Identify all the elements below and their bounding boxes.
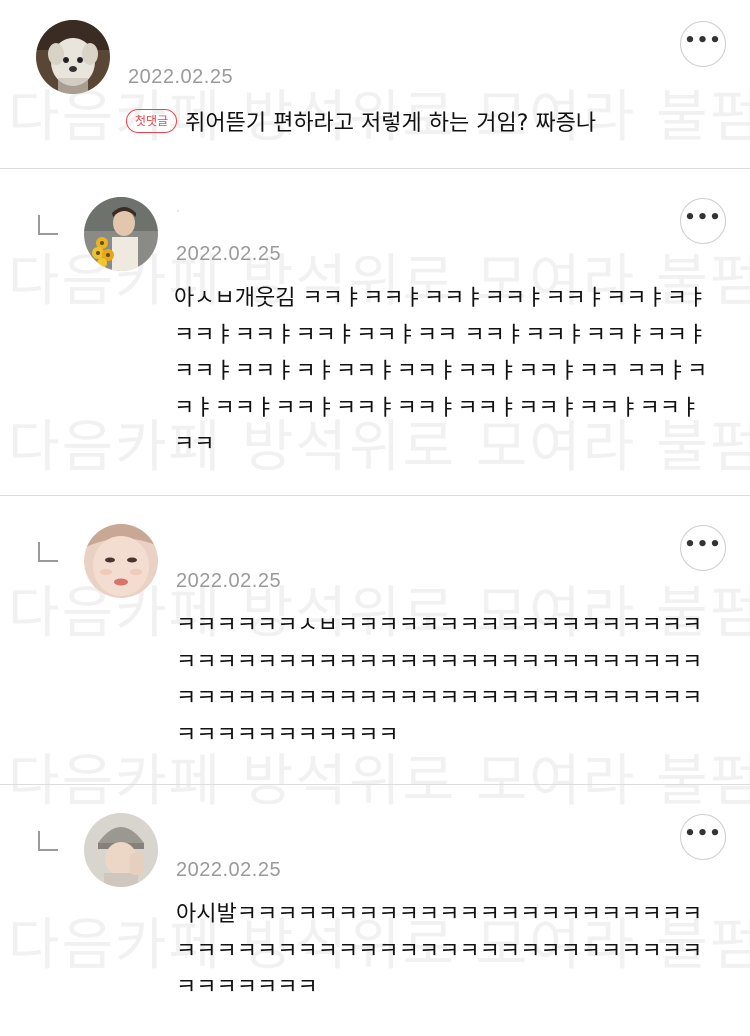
comment-item: 2022.02.25 첫댓글 쥐어뜯기 편하라고 저렇게 하는 거임? 짜증나 •… <box>0 0 750 168</box>
comment-date: 2022.02.25 <box>176 570 282 592</box>
comment-text-content: 쥐어뜯기 편하라고 저렇게 하는 거임? 짜증나 <box>185 111 597 136</box>
comment-item: 2022.02.25 아시발ㅋㅋㅋㅋㅋㅋㅋㅋㅋㅋㅋㅋㅋㅋㅋㅋㅋㅋㅋㅋㅋㅋㅋㅋㅋㅋ… <box>0 785 750 1036</box>
more-options-button[interactable]: ••• <box>680 21 726 67</box>
more-icon: ••• <box>684 823 722 844</box>
username[interactable]: · <box>176 203 180 217</box>
reply-arrow-icon <box>38 215 58 235</box>
comment-text: 첫댓글 쥐어뜯기 편하라고 저렇게 하는 거임? 짜증나 <box>126 106 686 143</box>
avatar[interactable] <box>84 524 158 598</box>
more-options-button[interactable]: ••• <box>680 525 726 571</box>
more-options-button[interactable]: ••• <box>680 198 726 244</box>
more-icon: ••• <box>684 534 722 555</box>
comment-text: 아시발ㅋㅋㅋㅋㅋㅋㅋㅋㅋㅋㅋㅋㅋㅋㅋㅋㅋㅋㅋㅋㅋㅋㅋㅋㅋㅋㅋㅋㅋㅋㅋㅋㅋㅋㅋㅋㅋ… <box>176 902 703 1000</box>
comment-item: 2022.02.25 ㅋㅋㅋㅋㅋㅋㅅㅂㅋㅋㅋㅋㅋㅋㅋㅋㅋㅋㅋㅋㅋㅋㅋㅋㅋㅋㅋㅋㅋ… <box>0 496 750 784</box>
comment-text: ㅋㅋㅋㅋㅋㅋㅅㅂㅋㅋㅋㅋㅋㅋㅋㅋㅋㅋㅋㅋㅋㅋㅋㅋㅋㅋㅋㅋㅋㅋㅋㅋㅋㅋㅋㅋㅋㅋㅋㅋ… <box>176 613 703 748</box>
first-comment-badge: 첫댓글 <box>126 109 178 133</box>
more-icon: ••• <box>684 30 722 51</box>
avatar[interactable] <box>36 20 110 94</box>
comment-text: 아ㅅㅂ개웃김 ㅋㅋㅑㅋㅋㅑㅋㅋㅑㅋㅋㅑㅋㅋㅑㅋㅋㅑㅋㅑㅋㅋㅑㅋㅋㅑㅋㅋㅑㅋㅋㅑㅋ… <box>174 286 708 457</box>
reply-arrow-icon <box>38 542 58 562</box>
comment-item: · 2022.02.25 아ㅅㅂ개웃김 ㅋㅋㅑㅋㅋㅑㅋㅋㅑㅋㅋㅑㅋㅋㅑㅋㅋㅑㅋㅑ… <box>0 169 750 495</box>
reply-arrow-icon <box>38 831 58 851</box>
comment-date: 2022.02.25 <box>128 66 234 88</box>
comment-date: 2022.02.25 <box>176 859 282 881</box>
more-options-button[interactable]: ••• <box>680 814 726 860</box>
avatar[interactable] <box>84 813 158 887</box>
comment-date: 2022.02.25 <box>176 243 282 265</box>
more-icon: ••• <box>684 207 722 228</box>
avatar[interactable] <box>84 197 158 271</box>
